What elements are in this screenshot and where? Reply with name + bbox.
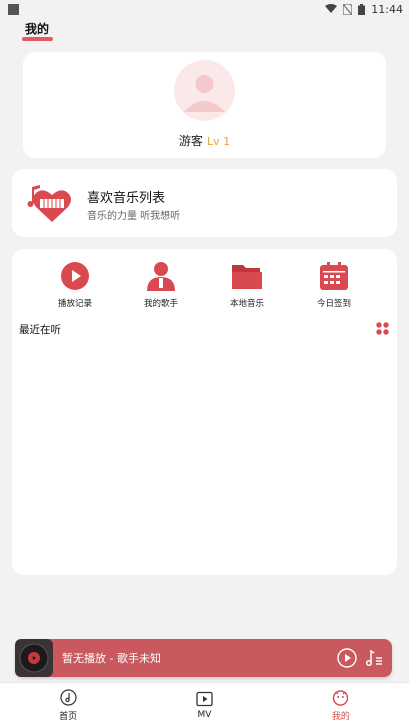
user-avatar-icon: [184, 75, 225, 112]
battery-icon: [358, 3, 366, 15]
nav-label: MV: [197, 710, 212, 720]
tab-indicator: [22, 37, 53, 41]
nav-mine[interactable]: 我的: [273, 683, 409, 728]
status-bar: 11:44: [0, 0, 409, 18]
quick-action-label: 本地音乐: [229, 299, 264, 309]
quick-action-label: 今日签到: [316, 299, 351, 309]
recent-section-title: 最近在听: [19, 324, 61, 336]
username-row: 游客 Lv 1: [23, 132, 386, 149]
profile-face-icon: [333, 690, 349, 706]
playlist-icon[interactable]: [365, 649, 383, 667]
no-sim-icon: [343, 3, 353, 15]
play-button-icon[interactable]: [337, 648, 357, 668]
status-icons: 11:44: [325, 3, 403, 16]
quick-action-history[interactable]: 播放记录: [45, 261, 105, 309]
singer-icon: [147, 262, 175, 291]
page-title: 我的: [25, 22, 50, 36]
status-time: 11:44: [371, 2, 403, 16]
calendar-icon: [320, 262, 348, 290]
notification-icon: [8, 3, 19, 15]
folder-icon: [232, 265, 262, 289]
nav-label: 首页: [59, 712, 78, 722]
mini-player[interactable]: 暂无播放 - 歌手未知: [15, 639, 392, 677]
play-circle-icon: [61, 262, 89, 290]
music-note-icon: [60, 689, 77, 706]
album-cover[interactable]: [15, 639, 53, 677]
quick-action-singers[interactable]: 我的歌手: [131, 261, 191, 309]
video-icon: [196, 691, 213, 707]
nav-label: 我的: [331, 712, 350, 722]
avatar[interactable]: [174, 60, 235, 121]
quick-action-local-music[interactable]: 本地音乐: [217, 261, 277, 309]
grid-view-icon[interactable]: [376, 322, 389, 335]
favorite-list-card[interactable]: 喜欢音乐列表 音乐的力量 听我想听: [12, 169, 397, 237]
wifi-icon: [325, 4, 338, 13]
quick-action-checkin[interactable]: 今日签到: [304, 261, 364, 309]
level-badge: Lv 1: [206, 135, 231, 148]
nav-home[interactable]: 首页: [0, 683, 136, 728]
bottom-nav: 首页 MV 我的: [0, 682, 409, 728]
heart-music-icon: [27, 185, 71, 222]
vinyl-disc-icon: [19, 643, 49, 673]
now-playing-text: 暂无播放 - 歌手未知: [62, 652, 161, 665]
username: 游客: [178, 134, 203, 148]
quick-action-label: 播放记录: [57, 299, 92, 309]
favorite-list-title: 喜欢音乐列表: [87, 191, 166, 206]
nav-mv[interactable]: MV: [136, 683, 272, 728]
quick-actions-card: 播放记录 我的歌手 本地音乐 今日签到 最近在听: [12, 249, 397, 575]
favorite-list-subtitle: 音乐的力量 听我想听: [87, 211, 181, 222]
profile-card[interactable]: 游客 Lv 1: [23, 52, 386, 158]
quick-action-label: 我的歌手: [143, 299, 178, 309]
